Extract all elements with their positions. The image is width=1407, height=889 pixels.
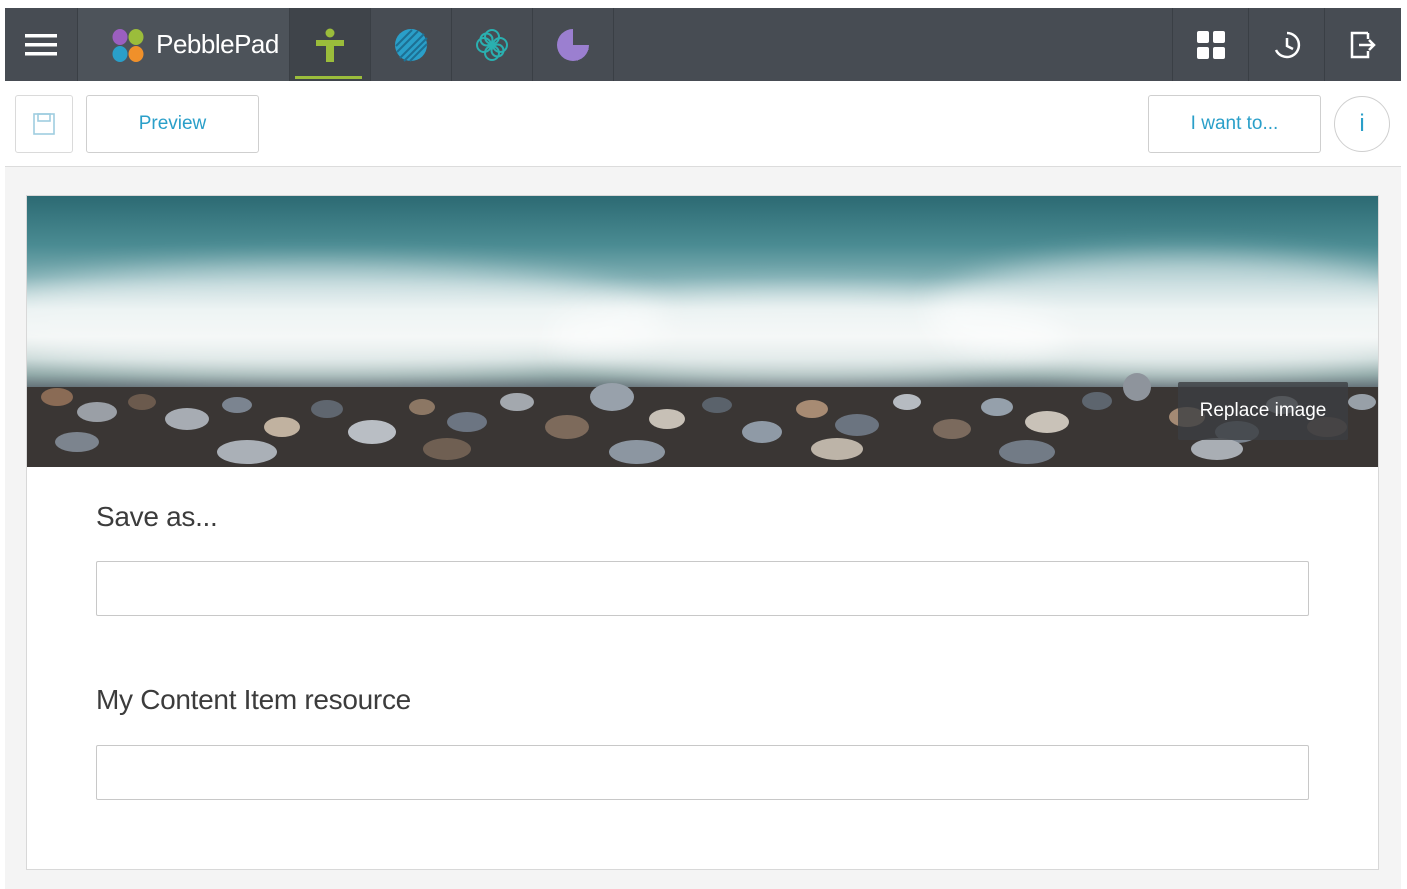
pebblepad-logo-icon [112, 28, 144, 62]
logout-button[interactable] [1325, 8, 1401, 81]
app-purple[interactable] [533, 8, 614, 81]
nav-spacer [614, 8, 1173, 81]
save-as-label: Save as... [96, 501, 218, 532]
pebbles-graphic [27, 373, 1378, 467]
history-icon [1274, 31, 1300, 58]
replace-image-button[interactable]: Replace image [1178, 382, 1348, 440]
resource-label: My Content Item resource [96, 684, 411, 715]
pie-app-icon [557, 28, 589, 61]
flower-app-icon [476, 28, 508, 61]
editor-toolbar: Preview I want to... i [5, 81, 1401, 167]
preview-button[interactable]: Preview [86, 95, 259, 153]
hamburger-menu-icon [25, 33, 57, 55]
grid-icon [1196, 30, 1225, 59]
save-button[interactable] [15, 95, 73, 153]
resource-input[interactable] [96, 745, 1309, 800]
app-teal[interactable] [452, 8, 533, 81]
app-asset-store[interactable] [290, 8, 371, 81]
floppy-disk-icon [33, 113, 55, 135]
app-blue[interactable] [371, 8, 452, 81]
dashboard-button[interactable] [1173, 8, 1249, 81]
logout-icon [1350, 31, 1376, 58]
history-button[interactable] [1249, 8, 1325, 81]
top-nav-bar: PebblePad [5, 8, 1401, 81]
i-want-to-button[interactable]: I want to... [1148, 95, 1321, 153]
person-app-icon [316, 28, 344, 62]
info-button[interactable]: i [1334, 96, 1390, 152]
save-as-input[interactable] [96, 561, 1309, 616]
brand-logo[interactable]: PebblePad [78, 8, 290, 81]
menu-button[interactable] [5, 8, 78, 81]
banner-image: Replace image [27, 196, 1378, 467]
globe-app-icon [395, 28, 428, 62]
content-card: Replace image Save as... My Content Item… [26, 195, 1379, 870]
brand-name: PebblePad [156, 29, 279, 59]
